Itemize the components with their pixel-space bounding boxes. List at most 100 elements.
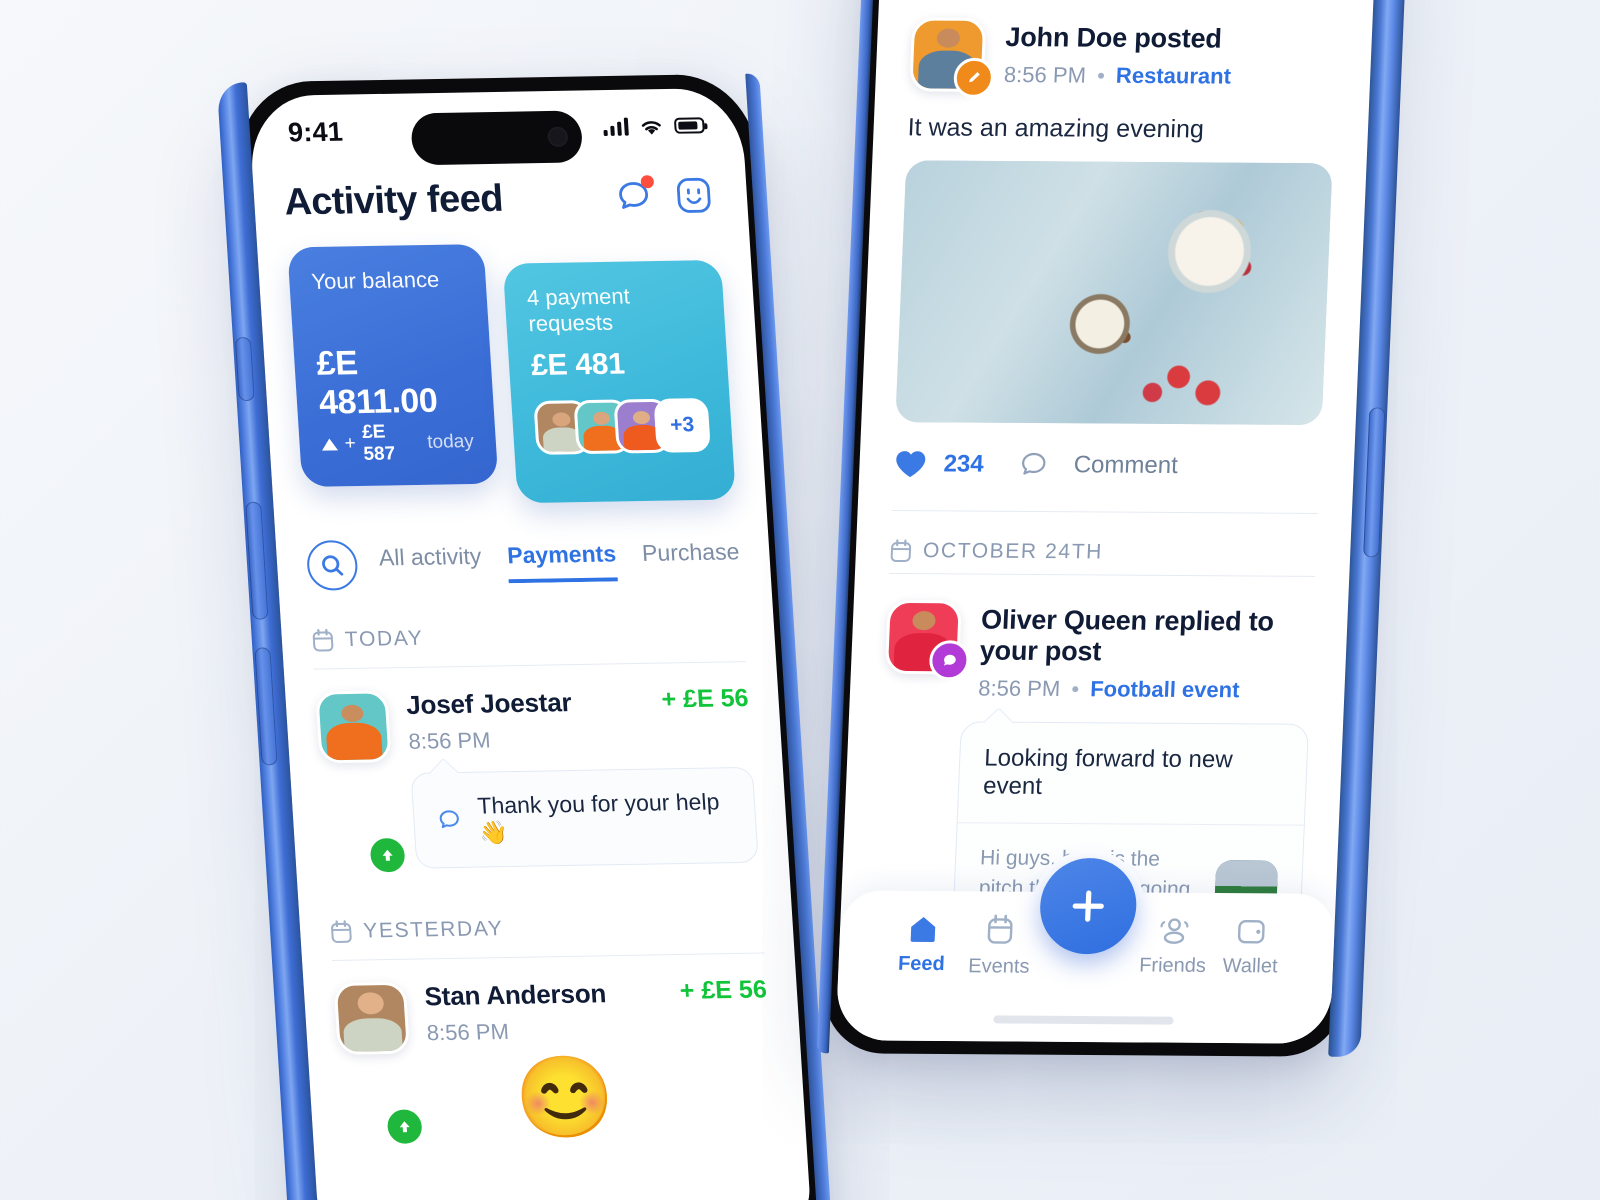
reply-author: Oliver Queen replied to your post — [979, 604, 1275, 667]
comment-text: Thank you for your help 👋 — [476, 788, 721, 846]
list-item-comment-bubble[interactable]: Thank you for your help 👋 — [410, 766, 759, 869]
left-phone-device: 9:41 Activity feed Your balance £E 4811.… — [216, 73, 834, 1200]
cellular-bars-icon — [603, 117, 629, 137]
feed-post: John Doe posted 8:56 PM Restaurant It wa… — [891, 7, 1339, 514]
comment-outline-icon[interactable] — [1017, 449, 1050, 481]
list-item-body: Stan Anderson + £E 56 8:56 PM 😊 — [424, 975, 776, 1143]
balance-card[interactable]: Your balance £E 4811.00 + £E 587 today — [287, 244, 499, 487]
dynamic-island — [410, 110, 584, 166]
comment-circle-icon — [928, 640, 971, 681]
section-title: TODAY — [344, 626, 425, 652]
balance-delta-amount: £E 587 — [361, 421, 396, 465]
divider — [891, 509, 1318, 514]
nav-item-feed[interactable]: Feed — [882, 913, 962, 976]
balance-delta-suffix: today — [426, 431, 475, 453]
summary-cards: Your balance £E 4811.00 + £E 587 today 4… — [287, 240, 736, 507]
nav-item-friends[interactable]: Friends — [1133, 914, 1213, 977]
arrow-up-circle-icon — [383, 1106, 426, 1147]
list-item[interactable]: Josef Joestar + £E 56 8:56 PM Thank you … — [314, 662, 759, 876]
avatar-wrap — [315, 690, 409, 876]
post-actions: 234 Comment — [893, 448, 1321, 483]
wifi-icon — [641, 120, 661, 135]
nav-label: Feed — [897, 952, 946, 976]
post-category-link[interactable]: Restaurant — [1115, 63, 1231, 90]
nav-item-wallet[interactable]: Wallet — [1211, 915, 1291, 978]
tab-purchases[interactable]: Purchases — [641, 538, 741, 577]
feed-app: John Doe posted 8:56 PM Restaurant It wa… — [839, 0, 1384, 958]
post-meta: 8:56 PM Restaurant — [1003, 62, 1336, 90]
section-header-october: OCTOBER 24TH — [889, 539, 1316, 566]
avatar-overflow-count[interactable]: +3 — [653, 397, 711, 453]
status-time: 9:41 — [287, 116, 344, 148]
arrow-up-circle-icon — [366, 834, 409, 876]
list-item-body: Josef Joestar + £E 56 8:56 PM Thank you … — [405, 684, 759, 869]
home-indicator[interactable] — [993, 1015, 1174, 1025]
requests-label: 4 payment requests — [526, 283, 631, 337]
plus-icon — [1072, 890, 1104, 922]
reply-category-link[interactable]: Football event — [1090, 676, 1240, 703]
balance-amount: £E 4811.00 — [315, 344, 439, 422]
list-item[interactable]: Stan Anderson + £E 56 8:56 PM 😊 — [332, 953, 776, 1147]
avatar — [315, 690, 392, 764]
meta-separator-dot — [1097, 72, 1105, 79]
avatar — [333, 981, 411, 1055]
avatar-wrap[interactable] — [909, 17, 995, 98]
right-phone-device: John Doe posted 8:56 PM Restaurant It wa… — [816, 0, 1416, 1057]
triangle-up-icon — [321, 438, 339, 451]
requester-avatar-stack[interactable]: +3 — [533, 397, 711, 455]
calendar-icon — [890, 539, 912, 563]
nav-label: Events — [967, 955, 1030, 978]
unread-badge-dot — [640, 175, 655, 189]
status-indicators — [603, 116, 705, 137]
activity-feed-app: Activity feed Your balance £E 4811.00 + … — [253, 172, 806, 1147]
balance-label: Your balance — [310, 266, 440, 294]
filter-tabs: All activity Payments Purchases Events — [378, 538, 741, 585]
nav-label: Friends — [1138, 954, 1207, 977]
section-header-today: TODAY — [311, 621, 745, 652]
reaction-emoji: 😊 — [512, 1052, 618, 1143]
reply-title: Looking forward to new event — [982, 744, 1234, 800]
status-bar: 9:41 — [248, 88, 745, 170]
page-title: Activity feed — [283, 177, 505, 223]
nav-item-events[interactable]: Events — [960, 913, 1040, 978]
list-item-top: Stan Anderson + £E 56 — [424, 975, 768, 1012]
right-phone-screen: John Doe posted 8:56 PM Restaurant It wa… — [835, 0, 1385, 1044]
breakfast-bowls-photo[interactable] — [895, 160, 1333, 426]
requests-amount: £E 481 — [530, 347, 626, 383]
nav-label: Wallet — [1222, 955, 1278, 978]
divider — [888, 572, 1316, 577]
food-photo-content — [895, 160, 1333, 426]
tab-all-activity[interactable]: All activity — [378, 542, 483, 581]
messages-button[interactable] — [609, 173, 658, 220]
section-header-yesterday: YESTERDAY — [330, 913, 764, 944]
post-author: John Doe posted — [1004, 22, 1223, 54]
profile-button[interactable] — [669, 172, 718, 219]
list-item-time: 8:56 PM — [407, 727, 492, 754]
post-header: John Doe posted 8:56 PM Restaurant — [909, 17, 1338, 98]
reply-header[interactable]: Oliver Queen replied to your post 8:56 P… — [884, 599, 1314, 704]
battery-icon — [673, 117, 705, 134]
like-count: 234 — [943, 450, 985, 478]
list-item-amount: + £E 56 — [678, 975, 768, 1005]
tab-payments[interactable]: Payments — [506, 539, 618, 583]
calendar-icon — [312, 628, 334, 652]
avatar-wrap[interactable] — [884, 599, 971, 681]
search-icon — [322, 555, 344, 576]
list-item-name: Josef Joestar — [405, 687, 573, 720]
meta-separator-dot — [1072, 686, 1079, 693]
app-header: Activity feed — [283, 172, 718, 225]
comment-label[interactable]: Comment — [1073, 451, 1178, 480]
section-title: OCTOBER 24TH — [922, 539, 1104, 564]
balance-delta-prefix: + — [344, 433, 357, 455]
heart-icon[interactable] — [893, 448, 928, 480]
calendar-icon — [987, 914, 1013, 944]
header-actions — [609, 172, 718, 220]
reply-meta: 8:56 PM Football event — [978, 676, 1311, 704]
calendar-icon — [331, 920, 352, 943]
avatar-wrap — [333, 981, 426, 1147]
smiley-face-icon — [676, 177, 711, 213]
search-button[interactable] — [305, 539, 359, 591]
list-item-top: Josef Joestar + £E 56 — [405, 684, 749, 721]
payment-requests-card[interactable]: 4 payment requests £E 481 +3 — [502, 259, 736, 504]
friends-icon — [1160, 918, 1189, 944]
